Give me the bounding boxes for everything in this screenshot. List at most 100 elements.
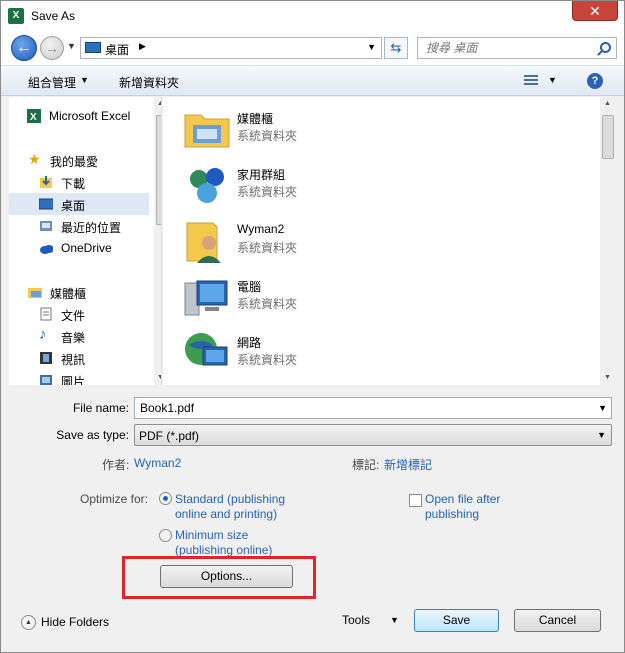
search-box[interactable] xyxy=(417,37,617,59)
file-name-input[interactable] xyxy=(138,400,588,416)
address-location[interactable]: 桌面 xyxy=(105,41,129,58)
scroll-down-icon[interactable]: ▼ xyxy=(604,374,611,381)
list-item[interactable]: 家用群組 系統資料夾 xyxy=(183,161,583,211)
sidebar-item-label: 視訊 xyxy=(61,353,86,367)
address-dropdown-icon[interactable]: ▼ xyxy=(367,42,376,52)
file-type: 系統資料夾 xyxy=(237,297,298,311)
close-button[interactable]: ✕ xyxy=(572,1,618,21)
file-type: 系統資料夾 xyxy=(237,353,298,367)
user-folder-icon xyxy=(186,222,221,263)
optimize-minimum-text[interactable]: Minimum size (publishing online) xyxy=(175,528,272,558)
help-icon[interactable]: ? xyxy=(587,73,603,89)
tools-button[interactable]: Tools xyxy=(342,613,370,627)
recent-places-icon xyxy=(40,221,52,231)
file-name-dropdown-icon[interactable]: ▼ xyxy=(598,403,607,413)
file-name-field[interactable]: ▼ xyxy=(134,397,612,419)
scroll-up-icon[interactable]: ▲ xyxy=(157,100,161,107)
save-type-dropdown-icon[interactable]: ▼ xyxy=(597,430,606,440)
new-folder-button[interactable]: 新增資料夾 xyxy=(119,74,179,91)
organize-dropdown-icon[interactable]: ▼ xyxy=(80,75,89,85)
sidebar-item-pictures[interactable]: 圖片 xyxy=(9,369,149,385)
search-icon[interactable] xyxy=(600,42,611,53)
breadcrumb-chevron-icon[interactable]: ▶ xyxy=(139,41,146,52)
save-type-value: PDF (*.pdf) xyxy=(139,429,200,443)
address-bar[interactable]: 桌面 ▶ ▼ xyxy=(80,37,382,59)
list-item[interactable]: 電腦 系統資料夾 xyxy=(183,273,583,323)
file-list-scroll-thumb[interactable] xyxy=(602,115,614,159)
sidebar-item-libraries[interactable]: 媒體櫃 xyxy=(9,281,149,303)
organize-button[interactable]: 組合管理 xyxy=(28,74,76,91)
file-name: 家用群組 xyxy=(237,168,286,182)
sidebar-item-label: 文件 xyxy=(61,309,86,323)
scroll-up-icon[interactable]: ▲ xyxy=(604,100,611,107)
sidebar-item-downloads[interactable]: 下載 xyxy=(9,171,149,193)
tags-value[interactable]: 新增標記 xyxy=(384,456,432,473)
list-item[interactable]: Wyman2 系統資料夾 xyxy=(183,217,583,267)
sidebar-item-label: 我的最愛 xyxy=(50,155,99,169)
sidebar-item-label: OneDrive xyxy=(61,241,112,255)
back-button[interactable]: ← xyxy=(11,35,37,61)
cancel-button[interactable]: Cancel xyxy=(514,609,601,632)
options-highlight-box xyxy=(122,556,316,599)
sidebar-item-recent-places[interactable]: 最近的位置 xyxy=(9,215,149,237)
hide-folders-button[interactable]: Hide Folders xyxy=(41,615,109,629)
sidebar-item-excel[interactable]: X Microsoft Excel xyxy=(9,105,149,127)
search-input[interactable] xyxy=(424,40,594,56)
list-item[interactable]: 媒體櫃 系統資料夾 xyxy=(183,105,583,155)
sidebar-item-label: 圖片 xyxy=(61,375,86,385)
window-title: Save As xyxy=(31,9,76,23)
scroll-down-icon[interactable]: ▼ xyxy=(157,374,161,381)
save-as-dialog: X Save As ✕ ← → ▼ 桌面 ▶ ▼ ⇆ 組合管理 ▼ 新增資料夾 … xyxy=(0,0,625,653)
sidebar-item-documents[interactable]: 文件 xyxy=(9,303,149,325)
computer-icon xyxy=(184,280,228,316)
change-view-icon[interactable] xyxy=(524,75,538,87)
forward-button[interactable]: → xyxy=(40,36,64,60)
onedrive-icon xyxy=(40,245,53,254)
open-after-line1: Open file after xyxy=(425,492,501,506)
open-after-line2: publishing xyxy=(425,507,480,521)
refresh-button[interactable]: ⇆ xyxy=(384,37,408,59)
sidebar-item-desktop[interactable]: 桌面 xyxy=(9,193,149,215)
pictures-icon xyxy=(40,375,52,385)
author-label: 作者: xyxy=(102,458,130,472)
file-name: Wyman2 xyxy=(237,222,285,236)
star-icon: ★ xyxy=(28,151,41,167)
sidebar-item-favorites[interactable]: ★ 我的最愛 xyxy=(9,149,149,171)
open-after-publishing-text[interactable]: Open file after publishing xyxy=(425,492,500,522)
optimize-standard-text[interactable]: Standard (publishing online and printing… xyxy=(175,492,285,522)
title-bar: X Save As ✕ xyxy=(1,1,624,31)
homegroup-icon xyxy=(190,168,224,203)
view-dropdown-icon[interactable]: ▼ xyxy=(548,75,557,85)
optimize-standard-radio[interactable] xyxy=(159,492,172,505)
sidebar-item-label: 最近的位置 xyxy=(61,221,122,235)
author-value[interactable]: Wyman2 xyxy=(134,456,181,470)
libraries-folder-icon xyxy=(184,114,230,148)
desktop-icon xyxy=(85,42,101,53)
list-item[interactable]: 網路 系統資料夾 xyxy=(183,329,583,379)
excel-app-icon: X xyxy=(8,8,24,24)
open-after-publishing-checkbox[interactable] xyxy=(409,494,422,507)
optimize-minimum-line1: Minimum size xyxy=(175,528,249,542)
file-name: 網路 xyxy=(237,336,262,350)
collapse-up-icon[interactable]: ▲ xyxy=(21,615,36,630)
file-type: 系統資料夾 xyxy=(237,129,298,143)
sidebar-item-music[interactable]: ♪ 音樂 xyxy=(9,325,149,347)
recent-pages-dropdown[interactable]: ▼ xyxy=(67,41,76,51)
command-toolbar: 組合管理 ▼ 新增資料夾 ▼ ? xyxy=(1,65,624,96)
save-button[interactable]: Save xyxy=(414,609,499,632)
sidebar-item-onedrive[interactable]: OneDrive xyxy=(9,237,149,259)
file-type: 系統資料夾 xyxy=(237,241,298,255)
file-list-scrollbar[interactable]: ▲ ▼ xyxy=(600,97,616,385)
save-type-select[interactable]: PDF (*.pdf) ▼ xyxy=(134,424,612,446)
sidebar-item-videos[interactable]: 視訊 xyxy=(9,347,149,369)
downloads-icon xyxy=(40,176,52,188)
tools-dropdown-icon[interactable]: ▼ xyxy=(390,615,399,625)
optimize-standard-line2: online and printing) xyxy=(175,507,278,521)
music-icon: ♪ xyxy=(39,326,47,343)
optimize-minimum-radio[interactable] xyxy=(159,529,172,542)
sidebar-item-label: 桌面 xyxy=(61,199,86,213)
videos-icon xyxy=(40,352,52,364)
sidebar-scrollbar[interactable]: ▲ ▼ xyxy=(154,97,161,385)
navigation-pane: X Microsoft Excel ★ 我的最愛 下載 桌面 最近的位置 One… xyxy=(9,97,162,385)
sidebar-scroll-thumb[interactable] xyxy=(156,115,161,225)
